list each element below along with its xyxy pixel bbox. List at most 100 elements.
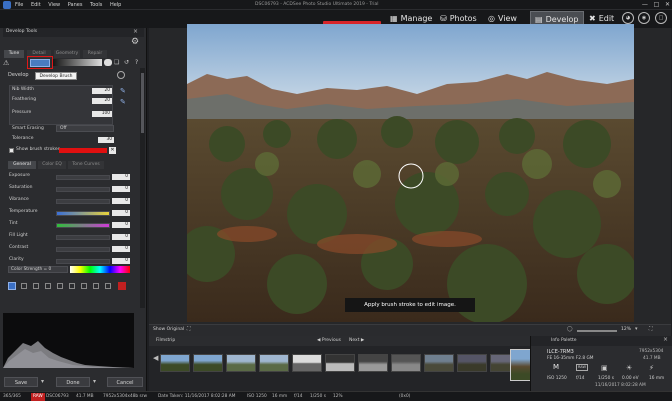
saturation-slider[interactable] <box>56 187 110 192</box>
scroll-left-icon[interactable]: ◀ <box>153 354 158 362</box>
menu-file[interactable]: File <box>15 0 23 10</box>
done-button[interactable]: Done <box>56 377 90 387</box>
clarity-field[interactable]: 0 <box>112 258 130 264</box>
swatch-5[interactable] <box>57 283 63 289</box>
clarity-slider[interactable] <box>56 259 110 264</box>
cancel-button[interactable]: Cancel <box>107 377 143 387</box>
status-count: 365/365 <box>3 394 21 399</box>
filmstrip-thumb-8[interactable] <box>391 354 421 372</box>
exposure-field[interactable]: 0 <box>112 174 130 180</box>
filmstrip-thumb-5[interactable] <box>292 354 322 372</box>
radial-gradient-button[interactable] <box>104 59 112 66</box>
saturation-field[interactable]: 0 <box>112 186 130 192</box>
panel-close-icon[interactable]: × <box>133 28 138 35</box>
contrast-field[interactable]: 0 <box>112 246 130 252</box>
stroke-color-swatch[interactable] <box>59 148 107 153</box>
info-palette-close-icon[interactable]: × <box>663 336 668 343</box>
swatch-8[interactable] <box>93 283 99 289</box>
zoom-out-icon[interactable]: ◯ <box>567 326 573 332</box>
aperture-value: f/14 <box>576 376 585 381</box>
exposure-slider[interactable] <box>56 175 110 180</box>
save-dropdown-icon[interactable]: ▾ <box>41 378 44 385</box>
tab-repair[interactable]: Repair <box>83 50 107 58</box>
fit-icon[interactable]: ⛶ <box>187 326 191 332</box>
color-spectrum-picker[interactable] <box>70 266 130 273</box>
warning-icon[interactable]: ⚠ <box>3 59 11 67</box>
swatch-9[interactable] <box>105 283 111 289</box>
settings-gear-icon[interactable]: ⚙ <box>131 37 139 47</box>
vibrance-field[interactable]: 0 <box>112 198 130 204</box>
zoom-dropdown-icon[interactable]: ▾ <box>635 326 638 332</box>
swatch-4[interactable] <box>45 283 51 289</box>
tab-tone-curves[interactable]: Tone Curves <box>68 161 104 169</box>
tab-tune[interactable]: Tune <box>4 50 24 58</box>
screen-icon[interactable]: □ <box>655 12 667 24</box>
temperature-field[interactable]: 0 <box>112 210 130 216</box>
show-original-button[interactable]: Show Original <box>153 327 184 332</box>
smart-erasing-select[interactable]: Off <box>56 125 114 132</box>
brush-icon[interactable]: ✎ <box>120 87 126 95</box>
color-strength-field[interactable]: Color Strength = 0 <box>8 266 68 273</box>
filmstrip-thumb-1[interactable] <box>160 354 190 372</box>
menu-help[interactable]: Help <box>110 0 121 10</box>
swatch-red[interactable] <box>118 282 126 290</box>
previous-button[interactable]: ◀ Previous <box>317 338 341 343</box>
panel-scrollbar[interactable] <box>140 68 145 308</box>
tab-geometry[interactable]: Geometry <box>54 50 80 58</box>
stats-icon[interactable]: ◕ <box>622 12 634 24</box>
close-icon[interactable]: ✕ <box>665 1 670 8</box>
fill-light-field[interactable]: 0 <box>112 234 130 240</box>
tint-slider[interactable] <box>56 223 110 228</box>
swatch-7[interactable] <box>81 283 87 289</box>
undo-icon[interactable]: ↺ <box>124 59 132 66</box>
tint-field[interactable]: 0 <box>112 222 130 228</box>
copy-icon[interactable]: ❏ <box>114 59 122 66</box>
reset-icon[interactable] <box>117 71 125 79</box>
menu-edit[interactable]: Edit <box>31 0 41 10</box>
tab-general[interactable]: General <box>8 161 36 169</box>
tolerance-field[interactable]: 30 <box>98 137 114 143</box>
image-dimensions: 7952x5304 <box>639 349 664 354</box>
show-strokes-checkbox[interactable] <box>9 148 14 153</box>
window-title: DSC06793 - ACDSee Photo Studio Ultimate … <box>255 2 379 7</box>
photo-canvas[interactable] <box>187 24 634 322</box>
fill-light-slider[interactable] <box>56 235 110 240</box>
active-brush-swatch[interactable] <box>8 282 16 290</box>
filmstrip-thumb-6[interactable] <box>325 354 355 372</box>
scrollbar-thumb[interactable] <box>141 73 144 133</box>
fullscreen-icon[interactable]: ⛶ <box>649 326 653 332</box>
next-button[interactable]: Next ▶ <box>349 338 364 343</box>
filmstrip-thumb-2[interactable] <box>193 354 223 372</box>
filmstrip-thumb-4[interactable] <box>259 354 289 372</box>
tab-color-eq[interactable]: Color EQ <box>38 161 66 169</box>
zoom-slider[interactable] <box>577 330 617 332</box>
help-icon[interactable]: ? <box>135 59 143 66</box>
filmstrip-thumb-9[interactable] <box>424 354 454 372</box>
menu-tools[interactable]: Tools <box>90 0 102 10</box>
temperature-slider[interactable] <box>56 211 110 216</box>
zoom-readout[interactable]: 12% <box>621 327 631 332</box>
pressure-field[interactable]: 100 <box>92 111 112 117</box>
gradient-tool-button[interactable] <box>52 59 102 66</box>
save-button[interactable]: Save <box>4 377 38 387</box>
status-iso: ISO 1250 <box>247 394 267 399</box>
done-dropdown-icon[interactable]: ▾ <box>93 378 96 385</box>
feathering-field[interactable]: 20 <box>92 98 112 104</box>
stroke-color-picker-icon[interactable]: ✕ <box>109 147 116 154</box>
minimize-icon[interactable]: — <box>642 1 648 8</box>
swatch-6[interactable] <box>69 283 75 289</box>
menu-panes[interactable]: Panes <box>68 0 83 10</box>
swatch-3[interactable] <box>33 283 39 289</box>
eraser-brush-icon[interactable]: ✎ <box>120 98 126 106</box>
filmstrip-thumb-10[interactable] <box>457 354 487 372</box>
maximize-icon[interactable]: □ <box>654 1 660 8</box>
swatch-2[interactable] <box>21 283 27 289</box>
contrast-slider[interactable] <box>56 247 110 252</box>
vibrance-slider[interactable] <box>56 199 110 204</box>
filmstrip-thumb-3[interactable] <box>226 354 256 372</box>
edit-icon: ✖ <box>589 14 596 23</box>
dashboard-icon[interactable]: ◉ <box>638 12 650 24</box>
filmstrip-thumb-7[interactable] <box>358 354 388 372</box>
menu-view[interactable]: View <box>48 0 60 10</box>
nib-width-field[interactable]: 20 <box>92 88 112 94</box>
